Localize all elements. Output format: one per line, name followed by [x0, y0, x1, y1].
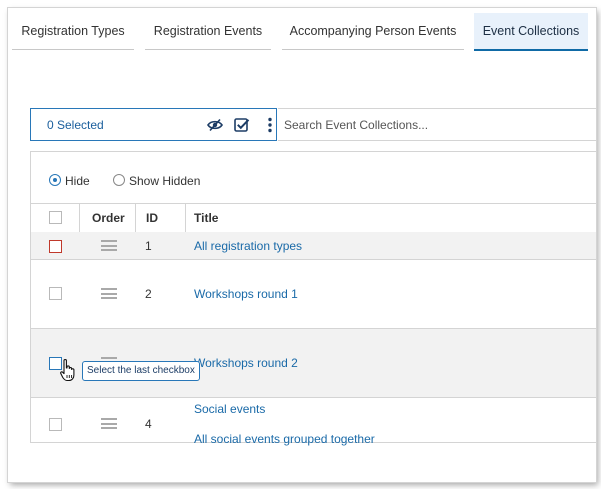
table-row[interactable]: 1 All registration types [31, 232, 596, 260]
drag-handle-icon[interactable] [101, 240, 117, 251]
checkbox-check-icon[interactable] [234, 117, 250, 133]
row-checkbox[interactable] [49, 287, 62, 300]
hand-pointer-icon [60, 358, 76, 382]
row-title-link[interactable]: All registration types [194, 239, 302, 253]
more-vertical-icon[interactable] [262, 117, 278, 133]
row-description-link[interactable]: All social events grouped together [194, 432, 375, 446]
row-title-link[interactable]: Workshops round 1 [194, 287, 298, 301]
row-checkbox[interactable] [49, 418, 62, 431]
column-divider [185, 204, 186, 232]
search-box [278, 108, 596, 141]
tab-registration-types[interactable]: Registration Types [12, 13, 134, 50]
table-row[interactable]: 2 Workshops round 1 [31, 260, 596, 329]
row-title-link[interactable]: Workshops round 2 [194, 356, 298, 370]
drag-handle-icon[interactable] [101, 288, 117, 299]
column-id[interactable]: ID [146, 204, 158, 232]
tab-accompanying-person-events[interactable]: Accompanying Person Events [282, 13, 464, 50]
table-header: Order ID Title [31, 203, 596, 233]
row-id: 2 [145, 287, 152, 301]
row-checkbox[interactable] [49, 240, 62, 253]
column-divider [135, 204, 136, 232]
tab-event-collections[interactable]: Event Collections [474, 13, 588, 51]
drag-handle-icon[interactable] [101, 418, 117, 429]
radio-circle[interactable] [113, 174, 125, 186]
radio-circle[interactable] [49, 174, 61, 186]
selected-count: 0 Selected [47, 118, 104, 132]
radio-label: Show Hidden [129, 174, 201, 188]
row-id: 1 [145, 239, 152, 253]
column-divider [79, 204, 80, 232]
hint-tooltip: Select the last checkbox [82, 361, 200, 381]
collections-panel: Hide Show Hidden Order ID Title 1 All re… [30, 151, 596, 446]
eye-hidden-icon[interactable] [207, 117, 223, 133]
column-order[interactable]: Order [92, 204, 125, 232]
select-all-checkbox[interactable] [49, 211, 62, 224]
radio-label: Hide [65, 174, 90, 188]
tab-registration-events[interactable]: Registration Events [145, 13, 271, 50]
row-title-link[interactable]: Social events [194, 402, 265, 416]
search-input[interactable] [278, 109, 574, 140]
table-row[interactable]: 4 Social events All social events groupe… [31, 398, 596, 451]
selection-toolbar: 0 Selected [30, 108, 277, 141]
row-id: 4 [145, 417, 152, 431]
column-title[interactable]: Title [194, 204, 218, 232]
app-window: Registration Types Registration Events A… [8, 8, 596, 482]
